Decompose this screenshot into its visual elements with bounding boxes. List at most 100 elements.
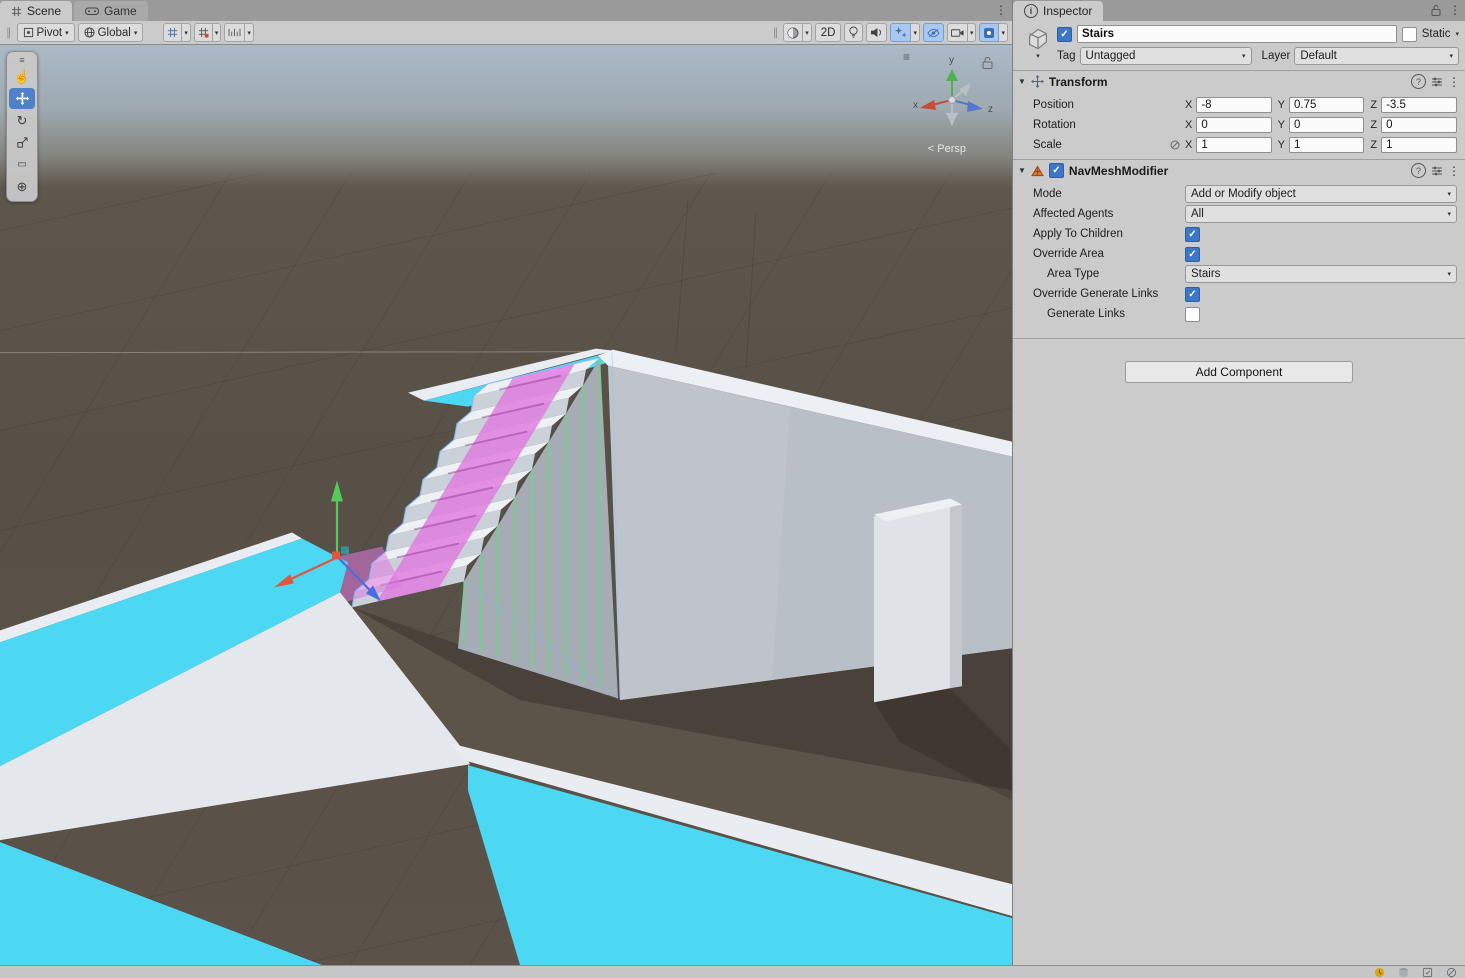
override-generate-links-row: Override Generate Links ✓ [1013, 284, 1465, 304]
gizmos-button[interactable] [979, 23, 999, 42]
navmeshmodifier-presets-icon[interactable] [1431, 166, 1443, 176]
area-type-row: Area Type Stairs ▾ [1013, 264, 1465, 284]
tab-inspector-label: Inspector [1043, 4, 1092, 18]
rotation-z-field[interactable] [1381, 117, 1457, 133]
scene-effects-button[interactable] [890, 23, 911, 42]
active-checkbox[interactable]: ✓ [1057, 27, 1072, 42]
navmeshmodifier-help-icon[interactable]: ? [1411, 163, 1426, 178]
gizmo-x-axis[interactable] [920, 100, 952, 110]
toolbar-drag-handle-right[interactable]: ∥ [771, 26, 781, 39]
snap-increment-arrow[interactable]: ▾ [245, 23, 254, 42]
navmeshmodifier-foldout-icon[interactable]: ▼ [1018, 166, 1026, 175]
gizmos-arrow[interactable]: ▾ [999, 23, 1008, 42]
scene-toolbar: ∥ Pivot ▾ Global ▾ ▾ [0, 21, 1012, 45]
scale-z-field[interactable] [1381, 137, 1457, 153]
override-area-label: Override Area [1033, 248, 1185, 260]
transform-tool[interactable]: ⊕ [9, 176, 35, 197]
transform-menu-icon[interactable]: ⋮ [1448, 75, 1460, 89]
area-type-dropdown[interactable]: Stairs ▾ [1185, 265, 1457, 283]
tab-inspector[interactable]: i Inspector [1013, 1, 1103, 21]
affected-agents-dropdown[interactable]: All ▾ [1185, 205, 1457, 223]
apply-to-children-checkbox[interactable]: ✓ [1185, 227, 1200, 242]
persp-toggle[interactable]: < Persp [928, 143, 966, 155]
add-component-button[interactable]: Add Component [1125, 361, 1353, 383]
transform-header[interactable]: ▼ Transform ? ⋮ [1013, 70, 1465, 92]
override-area-checkbox[interactable]: ✓ [1185, 247, 1200, 262]
transform-foldout-icon[interactable]: ▼ [1018, 77, 1026, 86]
rotate-tool[interactable]: ↻ [9, 110, 35, 131]
bake-status-icon[interactable] [1374, 967, 1385, 978]
grid-visibility-arrow[interactable]: ▾ [213, 23, 222, 42]
scene-pane-tabs: Scene Game ⋮ [0, 0, 1012, 21]
tab-game[interactable]: Game [74, 1, 148, 21]
progress-icon[interactable] [1446, 967, 1457, 978]
tag-dropdown[interactable]: Untagged ▾ [1080, 47, 1252, 65]
cache-server-icon[interactable] [1398, 967, 1409, 978]
scene-lighting-toggle[interactable] [844, 23, 863, 42]
position-z-field[interactable] [1381, 97, 1457, 113]
scale-link-icon[interactable] [1169, 139, 1183, 151]
navmeshmodifier-menu-icon[interactable]: ⋮ [1448, 164, 1460, 178]
transform-title: Transform [1049, 75, 1108, 89]
pivot-arrow-icon: ▾ [65, 29, 69, 37]
rect-tool[interactable]: ▭ [9, 154, 35, 175]
position-x-field[interactable] [1196, 97, 1271, 113]
layer-dropdown[interactable]: Default ▾ [1294, 47, 1459, 65]
rotation-y-field[interactable] [1289, 117, 1364, 133]
scene-audio-toggle[interactable] [866, 23, 887, 42]
effects-stars-icon [894, 26, 907, 39]
navmeshmodifier-enabled-checkbox[interactable]: ✓ [1049, 163, 1064, 178]
transform-presets-icon[interactable] [1431, 77, 1443, 87]
navmeshmodifier-header[interactable]: ▼ ✓ NavMeshModifier ? ⋮ [1013, 159, 1465, 181]
override-generate-links-checkbox[interactable]: ✓ [1185, 287, 1200, 302]
pivot-dropdown[interactable]: Pivot ▾ [17, 23, 75, 42]
scene-pane-menu-icon[interactable]: ⋮ [995, 3, 1007, 17]
mode-dropdown[interactable]: Add or Modify object ▾ [1185, 185, 1457, 203]
scene-viewport[interactable]: x y z < Persp ≡ ≡ ☝ ↻ [0, 45, 1012, 965]
move-gizmo-plane-handle[interactable] [341, 546, 349, 554]
draw-mode-button[interactable] [783, 23, 803, 42]
gizmo-z-axis[interactable] [952, 100, 983, 112]
scale-tool[interactable] [9, 132, 35, 153]
unity-editor-window: Scene Game ⋮ i Inspector ⋮ ∥ Pivot [0, 0, 1465, 978]
position-y-field[interactable] [1289, 97, 1364, 113]
rotation-x-field[interactable] [1196, 117, 1271, 133]
static-checkbox[interactable] [1402, 27, 1417, 42]
global-dropdown[interactable]: Global ▾ [78, 23, 144, 42]
gizmo-lock-icon[interactable] [983, 57, 992, 68]
tag-value: Untagged [1086, 50, 1136, 62]
toolbar-drag-handle[interactable]: ∥ [4, 26, 14, 39]
tools-overlay-handle[interactable]: ≡ [7, 54, 37, 65]
code-optimization-icon[interactable] [1422, 967, 1433, 978]
scene-3d-render: x y z < Persp ≡ [0, 45, 1012, 965]
grid-visibility-button[interactable] [194, 23, 213, 42]
hidden-objects-toggle[interactable] [923, 23, 944, 42]
orientation-overlay-menu-icon[interactable]: ≡ [903, 50, 910, 64]
tab-scene[interactable]: Scene [0, 1, 72, 21]
inspector-menu-icon[interactable]: ⋮ [1449, 3, 1461, 17]
2d-toggle[interactable]: 2D [815, 23, 842, 42]
lock-icon[interactable] [1431, 4, 1441, 17]
move-gizmo-center-handle[interactable] [332, 551, 340, 559]
axis-x-label: X [1185, 119, 1192, 131]
transform-help-icon[interactable]: ? [1411, 74, 1426, 89]
scene-effects-arrow[interactable]: ▾ [911, 23, 920, 42]
move-gizmo-y-arrow[interactable] [331, 481, 343, 558]
gameobject-icon-dropdown[interactable]: ▾ [1036, 52, 1040, 60]
static-dropdown-arrow[interactable]: ▾ [1455, 30, 1459, 38]
axis-z-label: Z [1370, 139, 1377, 151]
draw-mode-arrow[interactable]: ▾ [803, 23, 812, 42]
scale-y-field[interactable] [1289, 137, 1364, 153]
scene-camera-button[interactable] [947, 23, 968, 42]
generate-links-checkbox[interactable] [1185, 307, 1200, 322]
generate-links-row: Generate Links [1013, 304, 1465, 324]
grid-snap-button[interactable] [163, 23, 182, 42]
scene-camera-arrow[interactable]: ▾ [968, 23, 977, 42]
gameobject-name-field[interactable] [1077, 25, 1397, 43]
view-hand-tool[interactable]: ☝ [9, 66, 35, 87]
snap-increment-button[interactable] [224, 23, 245, 42]
scale-x-field[interactable] [1196, 137, 1271, 153]
gizmo-center-cube[interactable] [949, 96, 956, 103]
grid-snap-arrow[interactable]: ▾ [182, 23, 191, 42]
move-tool[interactable] [9, 88, 35, 109]
